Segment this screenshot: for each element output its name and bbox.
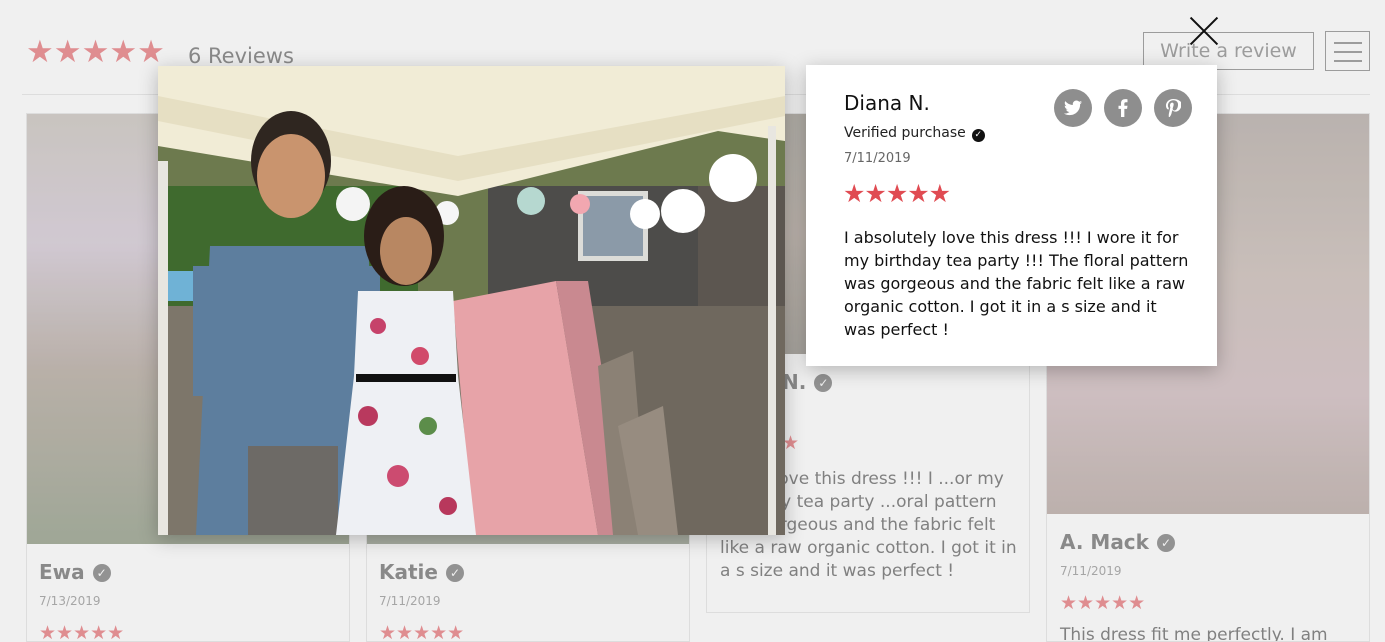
share-pinterest-button[interactable]	[1154, 89, 1192, 127]
verified-purchase: Verified purchase ✓	[844, 125, 985, 142]
verified-label: Verified purchase	[844, 125, 966, 141]
review-photo-large	[158, 66, 785, 535]
review-date: 7/11/2019	[844, 151, 911, 166]
share-twitter-button[interactable]	[1054, 89, 1092, 127]
twitter-icon	[1064, 100, 1082, 116]
share-facebook-button[interactable]	[1104, 89, 1142, 127]
verified-check-icon: ✓	[971, 129, 985, 142]
pinterest-icon	[1165, 99, 1181, 117]
review-text: I absolutely love this dress !!! I wore …	[844, 228, 1189, 339]
review-photo-image	[158, 66, 785, 535]
close-icon[interactable]	[1188, 15, 1220, 47]
facebook-icon	[1118, 99, 1128, 117]
review-detail-panel: Diana N. Verified purchase ✓ 7/11/2019 ★★…	[806, 65, 1217, 366]
reviewer-name: Diana N.	[844, 91, 930, 115]
review-stars: ★★★★★	[843, 179, 951, 208]
